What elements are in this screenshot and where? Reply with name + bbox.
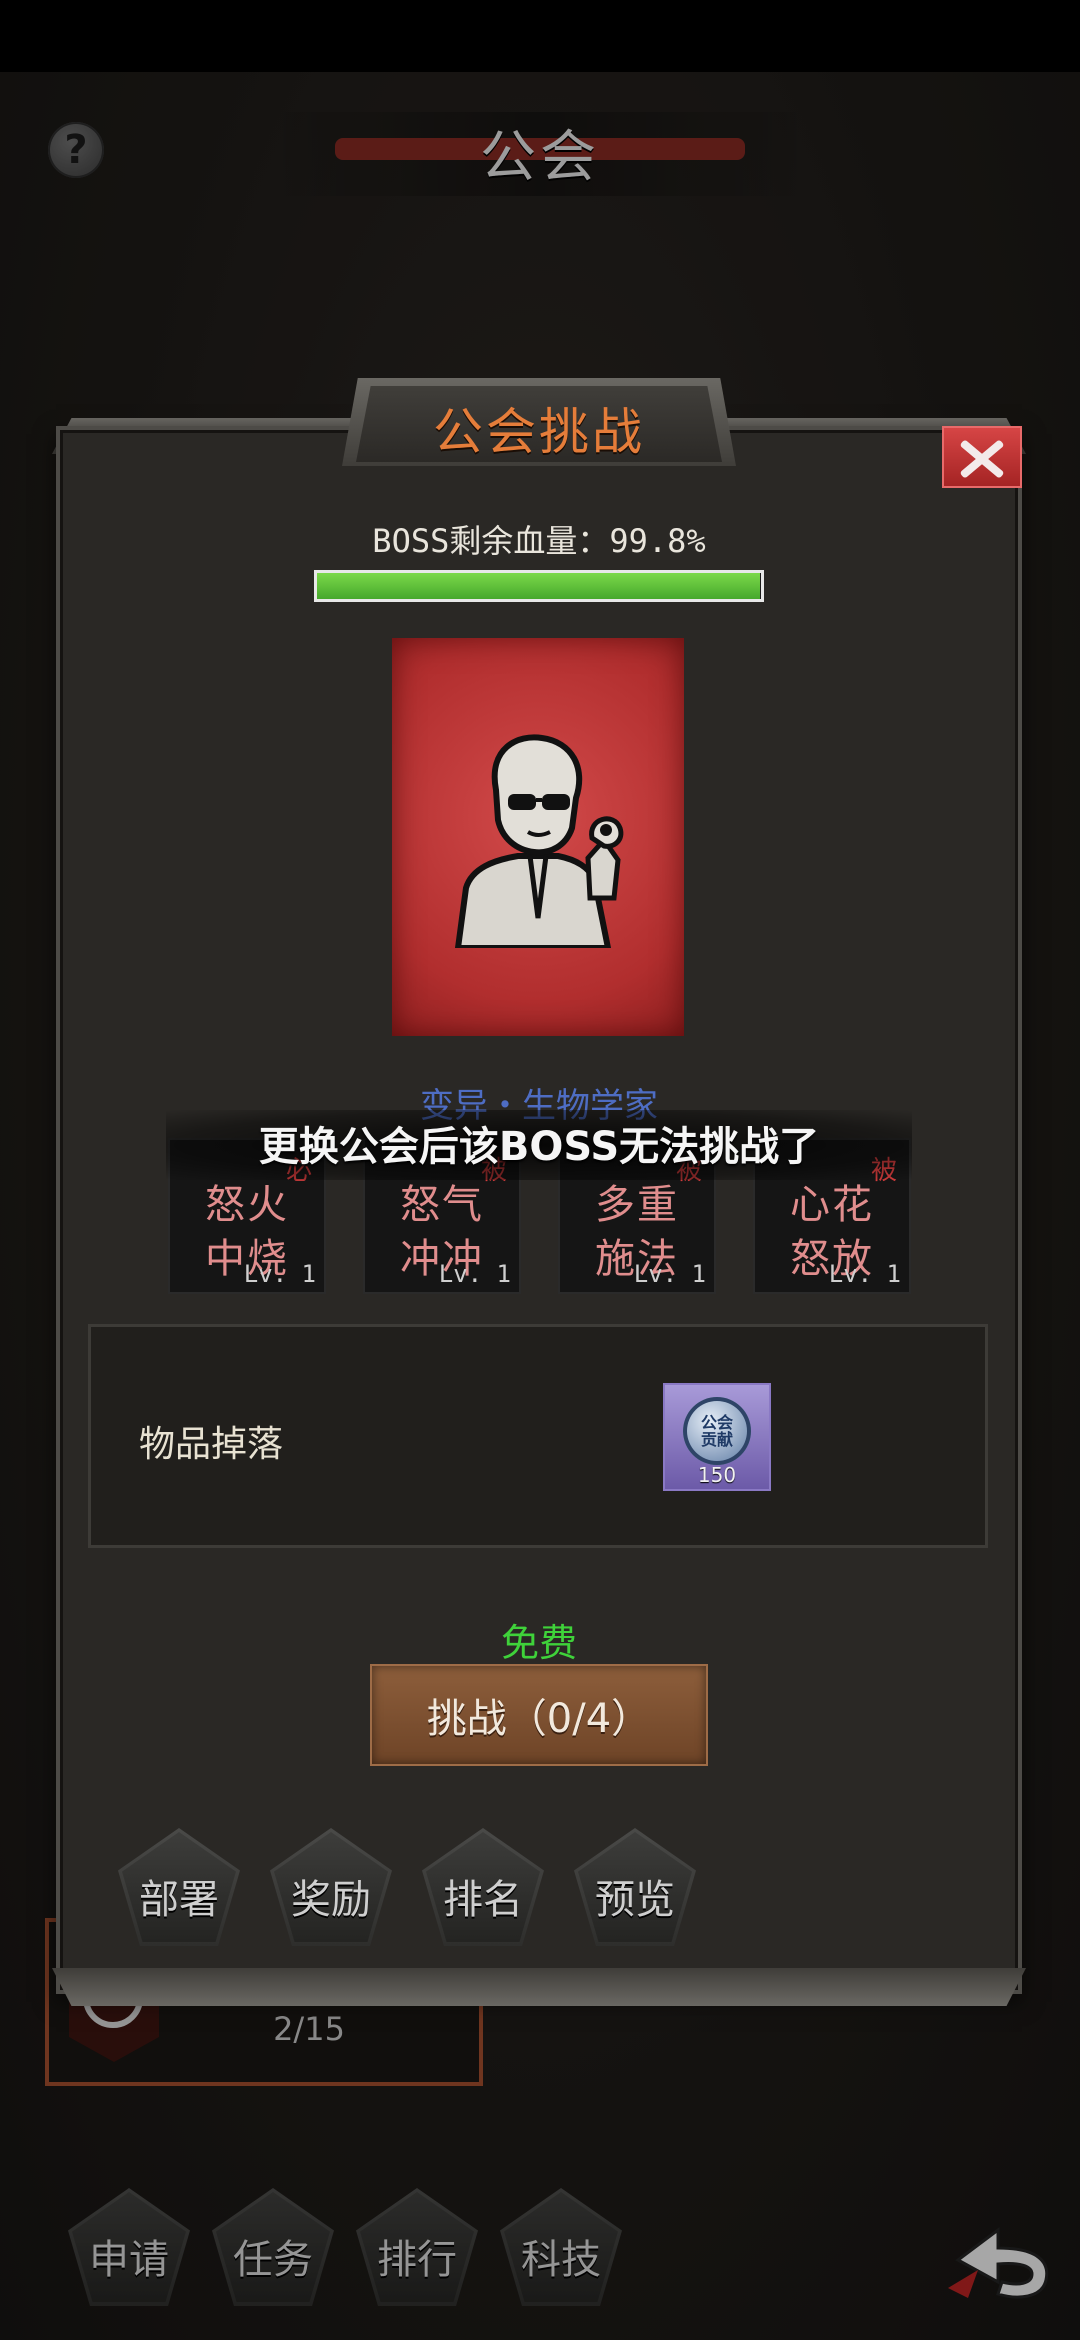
boss-hp-bar bbox=[314, 570, 764, 602]
dialog-bottom-bevel bbox=[52, 1968, 1026, 2006]
dialog-title: 公会挑战 bbox=[433, 403, 645, 461]
toast-message: 更换公会后该BOSS无法挑战了 bbox=[258, 1124, 820, 1170]
rank-label: 排名 bbox=[443, 1877, 523, 1923]
guild-challenge-dialog: 公会挑战 BOSS剩余血量：99.8% 变异・生物学家 必 怒火 中烧 bbox=[52, 378, 1026, 2006]
status-bar bbox=[0, 0, 1080, 72]
skill-level: Lv. 1 bbox=[633, 1260, 706, 1288]
skill-level: Lv. 1 bbox=[438, 1260, 511, 1288]
rewards-label: 奖励 bbox=[291, 1877, 371, 1923]
deploy-label: 部署 bbox=[139, 1877, 219, 1923]
cost-label: 免费 bbox=[500, 1621, 577, 1665]
drop-item-slot[interactable]: 公会贡献 150 bbox=[663, 1383, 771, 1491]
guild-contribution-coin-icon: 公会贡献 bbox=[683, 1397, 751, 1465]
skill-name-line1: 心花 bbox=[790, 1182, 874, 1228]
drop-item-quantity: 150 bbox=[697, 1463, 737, 1487]
boss-hp-text: BOSS剩余血量：99.8% bbox=[372, 522, 706, 560]
preview-label: 预览 bbox=[595, 1877, 675, 1923]
coin-text: 公会贡献 bbox=[700, 1413, 733, 1449]
game-screen: ? 公会 2/15 申请 任务 排行 科技 公会挑战 BOSS剩余血量：99.8… bbox=[0, 0, 1080, 2340]
skill-level: Lv. 1 bbox=[828, 1260, 901, 1288]
item-drops-label: 物品掉落 bbox=[139, 1424, 284, 1465]
skill-name-line1: 怒气 bbox=[400, 1182, 484, 1228]
skill-level: Lv. 1 bbox=[243, 1260, 316, 1288]
item-drops-panel: 物品掉落 公会贡献 150 bbox=[88, 1324, 988, 1548]
biologist-portrait-icon bbox=[454, 734, 624, 948]
boss-hp-fill bbox=[317, 573, 761, 599]
boss-portrait-card[interactable] bbox=[392, 638, 684, 1036]
challenge-button[interactable]: 挑战（0/4） bbox=[370, 1664, 708, 1766]
skill-name-line1: 多重 bbox=[595, 1182, 679, 1228]
close-button[interactable] bbox=[942, 426, 1022, 488]
skill-name-line1: 怒火 bbox=[205, 1182, 289, 1228]
